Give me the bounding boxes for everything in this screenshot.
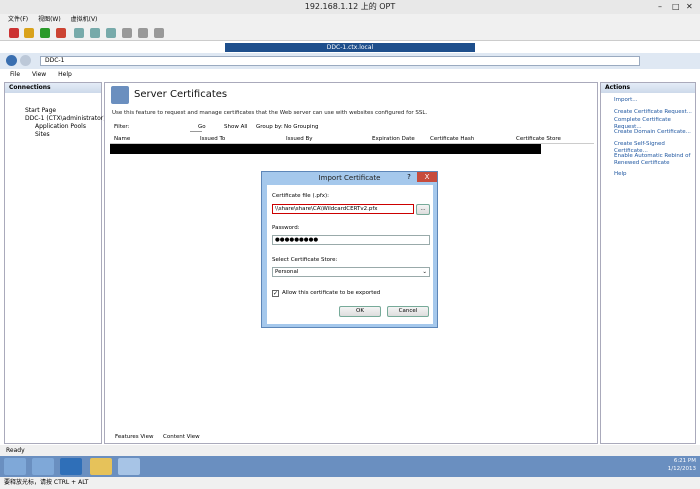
action-create-domain[interactable]: Create Domain Certificate...: [614, 129, 691, 136]
tree-sites[interactable]: Sites: [35, 131, 50, 139]
action-help[interactable]: Help: [614, 171, 627, 178]
iis-menu-file[interactable]: File: [10, 71, 20, 78]
close-button[interactable]: ✕: [686, 0, 693, 14]
menu-view[interactable]: 视图(W): [38, 16, 61, 23]
cancel-button[interactable]: Cancel: [387, 306, 429, 317]
tray-date: 1/12/2013: [667, 466, 696, 472]
file-label: Certificate file (.pfx):: [272, 193, 330, 199]
play-icon[interactable]: [40, 28, 50, 38]
connections-header: Connections: [5, 83, 101, 93]
tree-start-page[interactable]: Start Page: [25, 107, 56, 115]
send-keys-icon[interactable]: [138, 28, 148, 38]
status-text: Ready: [6, 447, 25, 454]
tree-server[interactable]: DDC-1 (CTX\administrator): [25, 115, 106, 123]
group-by-label: Group by:: [256, 124, 283, 130]
pause-icon[interactable]: [24, 28, 34, 38]
snapshot-icon[interactable]: [74, 28, 84, 38]
tray-time: 6:21 PM: [673, 458, 696, 464]
menu-vm[interactable]: 虚拟机(V): [71, 16, 98, 23]
maximize-button[interactable]: □: [672, 0, 680, 14]
export-label: Allow this certificate to be exported: [282, 290, 381, 296]
start-icon[interactable]: [4, 458, 26, 475]
certificate-icon: [111, 86, 129, 104]
ok-button[interactable]: OK: [339, 306, 381, 317]
reset-icon[interactable]: [56, 28, 66, 38]
status-bar: Ready: [0, 445, 700, 456]
view-tabs: Features View Content View: [105, 432, 305, 442]
filter-bar: Filter: Go Show All Group by: No Groupin…: [110, 122, 594, 132]
taskbar: [0, 456, 700, 477]
server-manager-icon[interactable]: [32, 458, 54, 475]
import-certificate-dialog: Import Certificate ? X Certificate file …: [261, 171, 438, 328]
iis-menu-view[interactable]: View: [32, 71, 46, 78]
file-input[interactable]: \\share\share\CA\WildcardCERTv2.pfx: [272, 204, 414, 214]
back-icon[interactable]: [6, 55, 17, 66]
settings-icon[interactable]: [154, 28, 164, 38]
store-select[interactable]: Personal ⌄: [272, 267, 430, 277]
vm-toolbar: [0, 25, 700, 41]
table-header: Name Issued To Issued By Expiration Date…: [110, 135, 594, 144]
dialog-close-button[interactable]: X: [417, 172, 437, 182]
password-input[interactable]: ●●●●●●●●●: [272, 235, 430, 245]
release-hint: 要释放光标，请按 CTRL + ALT: [0, 477, 700, 489]
action-enable-rebind[interactable]: Enable Automatic Rebind of Renewed Certi…: [614, 153, 694, 167]
chevron-down-icon: ⌄: [422, 269, 427, 275]
page-description: Use this feature to request and manage c…: [112, 110, 428, 116]
export-checkbox[interactable]: ✓: [272, 290, 279, 297]
group-by-select[interactable]: No Grouping: [284, 122, 318, 132]
page-title: Server Certificates: [134, 89, 228, 100]
show-all-button[interactable]: Show All: [224, 122, 247, 132]
menu-file[interactable]: 文件(F): [8, 16, 28, 23]
table-row[interactable]: [110, 144, 541, 154]
vm-title: 192.168.1.12 上的 OPT: [304, 2, 396, 11]
minimize-button[interactable]: –: [658, 0, 662, 14]
release-hint-text: 要释放光标，请按 CTRL + ALT: [4, 479, 89, 486]
filter-label: Filter:: [114, 124, 130, 130]
rdp-title: DDC-1.ctx.local: [326, 44, 374, 51]
col-issued-to[interactable]: Issued To: [200, 135, 225, 144]
address-path: DDC-1: [45, 57, 65, 64]
dialog-body: Certificate file (.pfx): \\share\share\C…: [267, 185, 433, 324]
iis-menu-help[interactable]: Help: [58, 71, 72, 78]
fullscreen-icon[interactable]: [122, 28, 132, 38]
powershell-icon[interactable]: [60, 458, 82, 475]
tree-app-pools[interactable]: Application Pools: [35, 123, 86, 131]
dialog-help-button[interactable]: ?: [403, 172, 415, 182]
forward-icon[interactable]: [20, 55, 31, 66]
iis-manager-icon[interactable]: [118, 458, 140, 475]
vm-title-bar: 192.168.1.12 上的 OPT – □ ✕: [0, 0, 700, 14]
col-store[interactable]: Certificate Store: [516, 135, 561, 144]
iis-menu-bar: File View Help: [0, 69, 700, 81]
action-create-request[interactable]: Create Certificate Request...: [614, 109, 692, 116]
content-view-tab[interactable]: Content View: [163, 432, 200, 442]
browse-button[interactable]: ...: [416, 204, 430, 215]
action-import[interactable]: Import...: [614, 97, 638, 104]
go-button[interactable]: Go: [198, 122, 206, 132]
col-hash[interactable]: Certificate Hash: [430, 135, 474, 144]
revert-icon[interactable]: [90, 28, 100, 38]
tray-clock[interactable]: 6:21 PM 1/12/2013: [668, 457, 696, 473]
actions-pane: Actions Import... Create Certificate Req…: [600, 82, 696, 444]
password-label: Password:: [272, 225, 300, 231]
address-input[interactable]: DDC-1: [40, 56, 640, 66]
features-view-tab[interactable]: Features View: [115, 432, 153, 442]
actions-header: Actions: [601, 83, 695, 93]
col-expiration[interactable]: Expiration Date: [372, 135, 415, 144]
rdp-connection-bar: DDC-1.ctx.local: [225, 43, 475, 52]
explorer-icon[interactable]: [90, 458, 112, 475]
col-issued-by[interactable]: Issued By: [286, 135, 313, 144]
manage-icon[interactable]: [106, 28, 116, 38]
connections-pane: Connections Start Page DDC-1 (CTX\admini…: [4, 82, 106, 444]
store-label: Select Certificate Store:: [272, 257, 338, 263]
store-value: Personal: [275, 269, 299, 275]
col-name[interactable]: Name: [114, 135, 130, 144]
stop-icon[interactable]: [9, 28, 19, 38]
vm-menu-bar: 文件(F) 视图(W) 虚拟机(V): [0, 14, 700, 25]
